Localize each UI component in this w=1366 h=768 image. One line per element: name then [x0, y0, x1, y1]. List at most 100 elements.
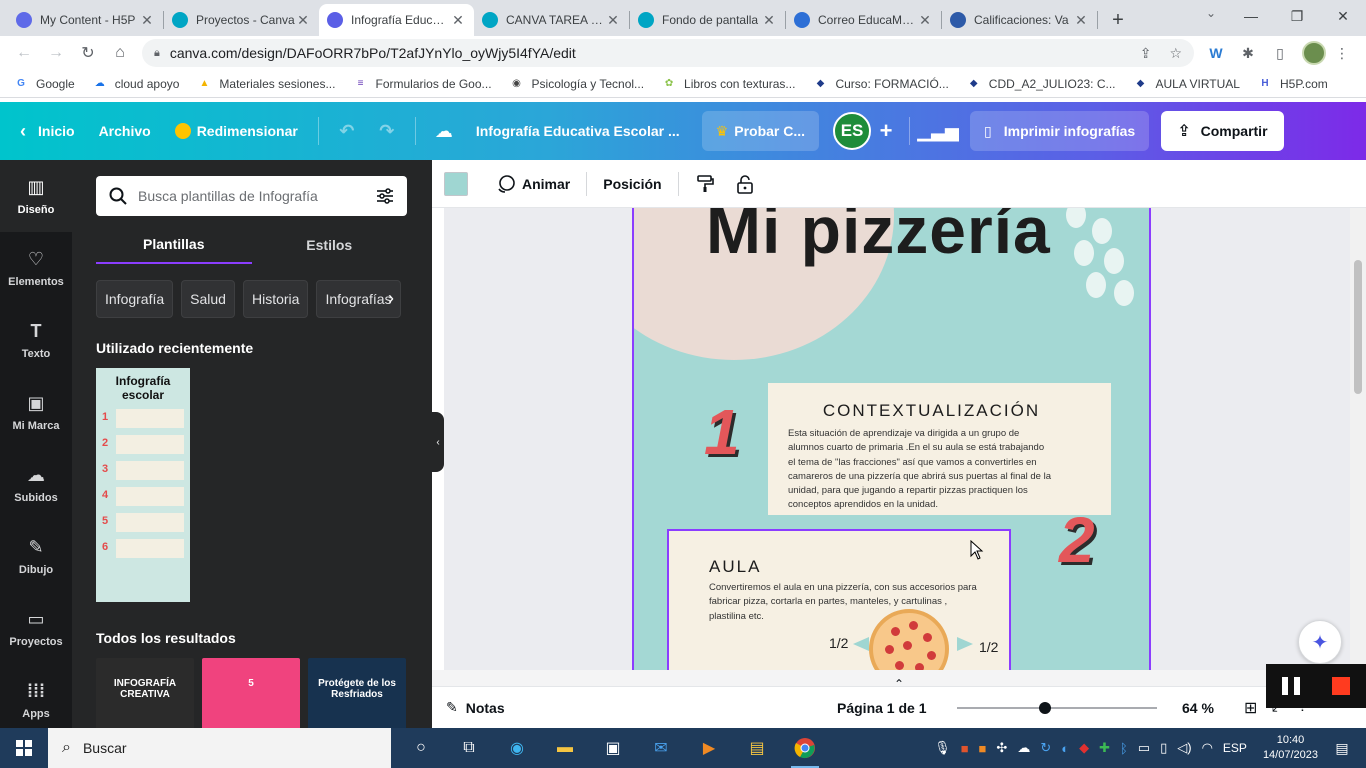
tray-app-icon[interactable]: ■ — [961, 741, 969, 756]
imprimir-infografias-button[interactable]: ▯ Imprimir infografías — [970, 111, 1150, 151]
page-expand-chevron-icon[interactable]: ⌃ — [894, 677, 904, 691]
bookmark-star-icon[interactable]: ☆ — [1169, 45, 1182, 62]
close-window-icon[interactable]: ✕ — [1320, 0, 1366, 32]
result-template-thumb[interactable]: Protégete de los Resfriados — [308, 658, 406, 728]
collapse-panel-handle[interactable]: ‹ — [432, 412, 444, 472]
minimize-icon[interactable]: — — [1228, 0, 1274, 32]
template-search-input[interactable] — [138, 188, 375, 204]
bookmark-item[interactable]: ≡ Formularios de Goo... — [353, 77, 492, 91]
tab-close-icon[interactable]: ✕ — [1073, 12, 1089, 29]
bookmark-item[interactable]: ◆ CDD_A2_JULIO23: C... — [967, 77, 1116, 91]
lock-icon[interactable] — [725, 168, 765, 200]
user-avatar[interactable]: ES — [833, 112, 872, 150]
page-indicator[interactable]: Página 1 de 1 — [837, 700, 926, 716]
category-chip[interactable]: Infografía — [96, 280, 174, 318]
browser-tab[interactable]: Calificaciones: Va ✕ — [942, 4, 1097, 36]
bookmark-item[interactable]: H H5P.com — [1258, 77, 1327, 91]
task-view-icon[interactable]: ⧉ — [445, 728, 493, 768]
result-template-thumb[interactable]: INFOGRAFÍA CREATIVA — [96, 658, 194, 728]
tab-close-icon[interactable]: ✕ — [761, 12, 777, 29]
edge-icon[interactable]: ◉ — [493, 728, 541, 768]
aula-card[interactable]: AULA Convertiremos el aula en una pizzer… — [667, 529, 1011, 670]
tab-close-icon[interactable]: ✕ — [139, 12, 155, 29]
rail-item-mi-marca[interactable]: ▣ Mi Marca — [0, 376, 72, 448]
reload-icon[interactable]: ↻ — [72, 39, 104, 67]
bookmark-item[interactable]: ✿ Libros con texturas... — [662, 77, 796, 91]
inicio-button[interactable]: ‹ Inicio — [0, 111, 87, 151]
design-page[interactable]: Mi pizzería 1 CONTEXTUALIZACIÓN Esta sit… — [632, 208, 1151, 670]
bookmark-item[interactable]: ▲ Materiales sesiones... — [197, 77, 335, 91]
zoom-slider[interactable] — [957, 707, 1157, 709]
bookmark-item[interactable]: ◉ Psicología y Tecnol... — [510, 77, 644, 91]
bookmark-item[interactable]: ◆ AULA VIRTUAL — [1134, 77, 1240, 91]
recent-template-thumb[interactable]: Infografía escolar 1 2 3 4 5 6 — [96, 368, 190, 602]
new-tab-button[interactable]: + — [1104, 6, 1132, 34]
redimensionar-button[interactable]: Redimensionar — [163, 111, 310, 151]
media-player-icon[interactable]: ▶ — [685, 728, 733, 768]
url-field[interactable]: 🔒︎ canva.com/design/DAFoORR7bPo/T2afJYnY… — [142, 39, 1194, 67]
clock[interactable]: 10:40 14/07/2023 — [1263, 733, 1318, 763]
restore-icon[interactable]: ❐ — [1274, 0, 1320, 32]
tray-app-icon[interactable]: ■ — [979, 741, 987, 756]
stop-icon[interactable] — [1332, 677, 1350, 695]
browser-tab[interactable]: Infografía Educativa ✕ — [319, 4, 474, 36]
canvas-area[interactable]: Mi pizzería 1 CONTEXTUALIZACIÓN Esta sit… — [444, 208, 1350, 670]
browser-tab[interactable]: Proyectos - Canva ✕ — [164, 4, 319, 36]
posicion-button[interactable]: Posición — [593, 168, 671, 200]
tab-search-chevron-icon[interactable]: ⌄ — [1206, 6, 1216, 20]
network-icon[interactable]: ▭ — [1138, 740, 1150, 756]
zoom-slider-knob[interactable] — [1039, 702, 1051, 714]
file-explorer-icon[interactable]: ▬ — [541, 728, 589, 768]
tray-app-icon[interactable]: ✣ — [996, 740, 1007, 756]
store-icon[interactable]: ▣ — [589, 728, 637, 768]
extensions-puzzle-icon[interactable]: ✱ — [1232, 39, 1264, 67]
rail-item-diseño[interactable]: ▥ Diseño — [0, 160, 72, 232]
insights-chart-icon[interactable]: ▁▃▅ — [917, 111, 959, 151]
wifi-icon[interactable]: ◠ — [1202, 740, 1213, 756]
rail-item-texto[interactable]: T Texto — [0, 304, 72, 376]
browser-tab[interactable]: Correo EducaMadrid✕ — [786, 4, 941, 36]
microphone-icon[interactable]: 🎙︎ — [934, 740, 951, 756]
cloud-sync-icon[interactable]: ☁ — [1017, 740, 1030, 756]
tab-plantillas[interactable]: Plantillas — [96, 226, 252, 264]
notas-button[interactable]: ✎ Notas — [446, 699, 505, 716]
undo-icon[interactable]: ↶ — [327, 111, 367, 151]
cloud-saved-icon[interactable]: ☁ — [424, 111, 464, 151]
taskbar-search[interactable]: ⌕ Buscar — [48, 728, 391, 768]
tray-app-icon[interactable]: ◐ — [1061, 741, 1069, 756]
scrollbar-thumb[interactable] — [1354, 260, 1362, 394]
bookmark-item[interactable]: G Google — [14, 77, 75, 91]
rail-item-dibujo[interactable]: ✎ Dibujo — [0, 520, 72, 592]
windows-start-icon[interactable] — [0, 728, 48, 768]
horizontal-scrollbar[interactable] — [432, 670, 1350, 686]
profile-avatar[interactable] — [1302, 41, 1326, 65]
home-icon[interactable]: ⌂ — [104, 39, 136, 67]
lock-icon[interactable]: 🔒︎ — [154, 47, 160, 60]
step-number-2[interactable]: 2 — [1059, 503, 1095, 577]
tab-close-icon[interactable]: ✕ — [917, 12, 933, 29]
rail-item-proyectos[interactable]: ▭ Proyectos — [0, 592, 72, 664]
share-page-icon[interactable]: ⇪ — [1140, 45, 1152, 62]
template-search-box[interactable] — [96, 176, 407, 216]
browser-tab[interactable]: Fondo de pantalla ✕ — [630, 4, 785, 36]
paint-roller-icon[interactable] — [685, 168, 725, 200]
magic-sparkle-button[interactable]: ✦ — [1298, 620, 1342, 664]
step-number-1[interactable]: 1 — [704, 395, 740, 469]
cortana-icon[interactable]: ○ — [397, 728, 445, 768]
rail-item-elementos[interactable]: ♡ Elementos — [0, 232, 72, 304]
design-title[interactable]: Infografía Educativa Escolar ... — [464, 111, 692, 151]
side-panel-icon[interactable]: ▯ — [1264, 39, 1296, 67]
compartir-button[interactable]: ⇪ Compartir — [1161, 111, 1284, 151]
tab-close-icon[interactable]: ✕ — [450, 12, 466, 29]
background-color-swatch[interactable] — [444, 171, 468, 196]
rail-item-apps[interactable]: ⁞⁞⁞ Apps — [0, 664, 72, 736]
bluetooth-icon[interactable]: ᛒ — [1120, 741, 1128, 756]
browser-tab[interactable]: My Content - H5P ✕ — [8, 4, 163, 36]
archivo-menu[interactable]: Archivo — [87, 111, 163, 151]
language-indicator[interactable]: ESP — [1223, 741, 1247, 755]
forward-icon[interactable]: → — [40, 39, 72, 67]
refresh-tray-icon[interactable]: ↻ — [1040, 740, 1051, 756]
chrome-icon[interactable] — [781, 728, 829, 768]
battery-icon[interactable]: ▯ — [1160, 740, 1167, 756]
browser-menu-icon[interactable]: ⋮ — [1326, 39, 1358, 67]
